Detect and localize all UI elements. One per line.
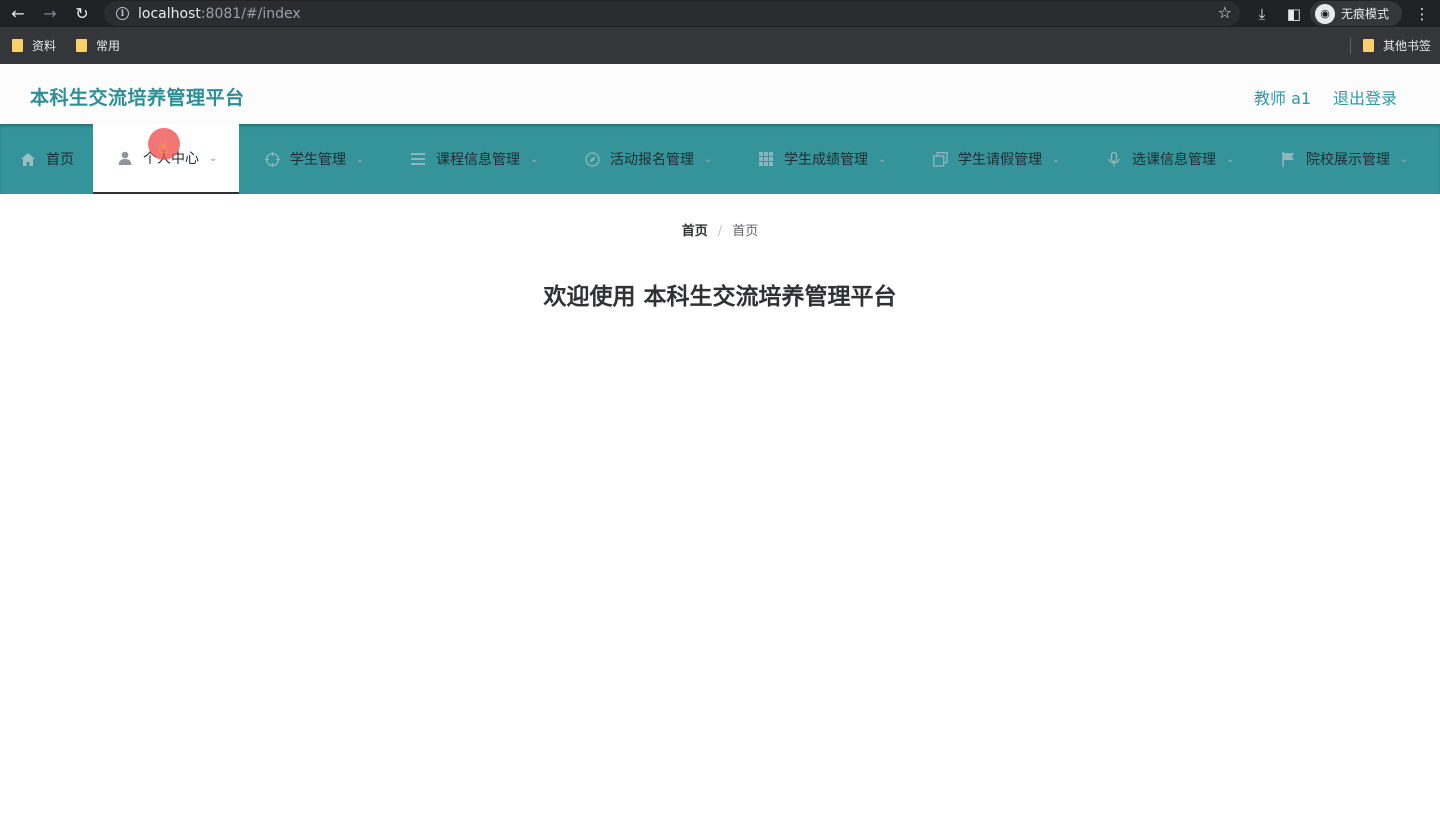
chevron-down-icon: ⌄	[878, 153, 887, 165]
nav-item-student-leave[interactable]: 学生请假管理 ⌄	[932, 124, 1060, 194]
welcome-title: 欢迎使用 本科生交流培养管理平台	[543, 284, 897, 310]
bookmark-star-icon[interactable]: ☆	[1218, 3, 1232, 22]
bookmark-label: 常用	[96, 38, 121, 53]
bookmark-label: 资料	[32, 38, 57, 53]
other-bookmarks-label: 其他书签	[1383, 38, 1432, 53]
nav-label: 院校展示管理	[1306, 152, 1390, 168]
nav-item-home[interactable]: 首页	[20, 124, 92, 194]
breadcrumb-current: 首页	[732, 224, 759, 239]
nav-label: 活动报名管理	[610, 152, 694, 168]
nav-item-course-selection[interactable]: 选课信息管理 ⌄	[1106, 124, 1234, 194]
bookmark-divider	[1350, 37, 1351, 54]
reload-icon[interactable]: ↻	[68, 0, 96, 27]
chevron-down-icon: ⌄	[1400, 153, 1409, 165]
grid-icon	[758, 152, 774, 166]
breadcrumb-home[interactable]: 首页	[682, 224, 708, 239]
nav-item-course-info[interactable]: 课程信息管理 ⌄	[410, 124, 538, 194]
nav-label: 选课信息管理	[1132, 152, 1216, 168]
copy-icon	[932, 151, 948, 167]
chevron-down-icon: ⌄	[209, 152, 218, 164]
user-icon	[117, 151, 133, 165]
bookmark-bar: 资料 常用 其他书签	[0, 27, 1440, 64]
home-icon	[20, 152, 36, 166]
back-arrow-icon[interactable]: ←	[4, 0, 32, 27]
folder-icon	[1363, 38, 1374, 52]
side-panel-icon[interactable]: ◧	[1284, 0, 1304, 27]
chevron-down-icon: ⌄	[1052, 153, 1061, 165]
chevron-down-icon: ⌄	[1226, 153, 1235, 165]
compass-icon	[584, 151, 600, 167]
app-title: 本科生交流培养管理平台	[30, 87, 245, 109]
more-menu-icon[interactable]: ⋮	[1412, 0, 1432, 27]
breadcrumb-separator: /	[717, 224, 723, 239]
nav-item-school-showcase[interactable]: 院校展示管理 ⌄	[1280, 124, 1408, 194]
folder-icon	[76, 38, 87, 52]
bookmark-folder-2[interactable]: 常用	[76, 36, 120, 54]
current-user: 教师 a1	[1254, 89, 1312, 108]
bookmark-folder-1[interactable]: 资料	[12, 36, 56, 54]
logout-button[interactable]: 退出登录	[1333, 85, 1397, 109]
breadcrumb: 首页 / 首页	[0, 220, 1440, 239]
nav-label: 学生管理	[290, 152, 346, 168]
download-icon[interactable]: ⤓	[1252, 0, 1272, 27]
browser-toolbar: ← → ↻ i localhost:8081/#/index ☆ ⤓ ◧ ◉ 无…	[0, 0, 1440, 27]
nav-label: 学生成绩管理	[784, 152, 868, 168]
address-bar[interactable]: i localhost:8081/#/index ☆	[104, 1, 1240, 26]
menu-icon	[410, 153, 426, 165]
incognito-badge[interactable]: ◉ 无痕模式	[1310, 1, 1402, 26]
flag-icon	[1280, 151, 1296, 167]
microphone-icon	[1106, 151, 1122, 167]
folder-icon	[12, 38, 23, 52]
nav-item-student-management[interactable]: 学生管理 ⌄	[264, 124, 364, 194]
nav-label: 课程信息管理	[436, 152, 520, 168]
nav-item-activity-signup[interactable]: 活动报名管理 ⌄	[584, 124, 712, 194]
url-path: :8081/#/index	[200, 5, 301, 22]
incognito-icon: ◉	[1315, 3, 1335, 24]
incognito-label: 无痕模式	[1341, 7, 1390, 21]
forward-arrow-icon[interactable]: →	[36, 0, 64, 27]
main-nav: 首页 个人中心 ⌄ 学生管理 ⌄ 课程信息管理 ⌄ 活动报名管理 ⌄ 学生成绩管…	[0, 124, 1440, 194]
nav-label: 学生请假管理	[958, 152, 1042, 168]
other-bookmarks[interactable]: 其他书签	[1363, 36, 1431, 54]
nav-item-student-scores[interactable]: 学生成绩管理 ⌄	[758, 124, 886, 194]
app-header: 本科生交流培养管理平台 教师 a1 退出登录	[0, 64, 1440, 124]
url-host: localhost	[138, 5, 201, 22]
chevron-down-icon: ⌄	[356, 153, 365, 165]
chevron-down-icon: ⌄	[530, 153, 539, 165]
info-icon[interactable]: i	[116, 7, 129, 20]
nav-label: 首页	[46, 152, 74, 168]
aim-icon	[264, 151, 280, 167]
chevron-down-icon: ⌄	[704, 153, 713, 165]
hand-cursor-icon: ☝	[158, 138, 168, 157]
